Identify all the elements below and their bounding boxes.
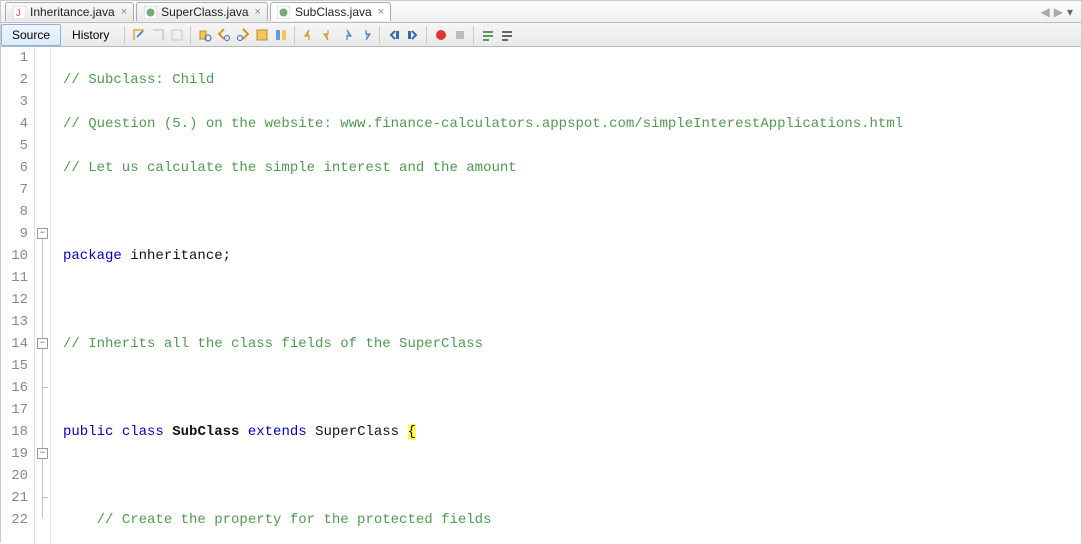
toolbar-separator [294, 26, 295, 44]
code-text: inheritance; [122, 248, 231, 264]
next-bookmark-icon[interactable] [319, 26, 336, 43]
line-number: 17 [1, 399, 28, 421]
line-number: 1 [1, 47, 28, 69]
history-mode-button[interactable]: History [61, 24, 120, 46]
diff-icon[interactable] [168, 26, 185, 43]
close-icon[interactable]: × [121, 6, 127, 18]
close-icon[interactable]: × [255, 6, 261, 18]
line-number: 10 [1, 245, 28, 267]
toggle-bookmark-icon[interactable] [272, 26, 289, 43]
code-comment: // Subclass: Child [63, 72, 214, 88]
line-number-gutter: 1 2 3 4 5 6 7 8 9 10 11 12 13 14 15 16 1… [1, 47, 35, 544]
line-number: 14 [1, 333, 28, 355]
tab-inheritance[interactable]: J Inheritance.java × [5, 2, 134, 21]
find-selection-icon[interactable] [196, 26, 213, 43]
tab-superclass[interactable]: SuperClass.java × [136, 2, 268, 21]
line-number: 13 [1, 311, 28, 333]
source-mode-button[interactable]: Source [1, 24, 61, 46]
toolbar-separator [379, 26, 380, 44]
svg-text:J: J [16, 8, 21, 18]
java-file-icon [277, 5, 291, 19]
prev-error-icon[interactable] [338, 26, 355, 43]
fold-line [42, 349, 43, 382]
line-number: 12 [1, 289, 28, 311]
close-icon[interactable]: × [378, 6, 384, 18]
line-number: 18 [1, 421, 28, 443]
prev-bookmark-icon[interactable] [300, 26, 317, 43]
toolbar-separator [190, 26, 191, 44]
line-number: 9 [1, 223, 28, 245]
line-number: 16 [1, 377, 28, 399]
java-file-icon [143, 5, 157, 19]
next-error-icon[interactable] [357, 26, 374, 43]
code-comment: // Question (5.) on the website: www.fin… [63, 116, 903, 132]
fold-toggle-icon[interactable]: − [37, 338, 48, 349]
keyword: public [63, 424, 113, 440]
file-tabs-bar: J Inheritance.java × SuperClass.java × S… [1, 1, 1081, 23]
forward-edit-icon[interactable] [149, 26, 166, 43]
dropdown-icon[interactable]: ▾ [1067, 5, 1073, 19]
code-editor[interactable]: 1 2 3 4 5 6 7 8 9 10 11 12 13 14 15 16 1… [1, 47, 1081, 544]
line-number: 5 [1, 135, 28, 157]
keyword: extends [239, 424, 306, 440]
fold-toggle-icon[interactable]: − [37, 228, 48, 239]
tab-subclass[interactable]: SubClass.java × [270, 2, 391, 21]
uncomment-icon[interactable] [498, 26, 515, 43]
brace-highlight: { [408, 424, 416, 440]
shift-right-icon[interactable] [404, 26, 421, 43]
class-name: SubClass [172, 424, 239, 440]
start-macro-icon[interactable] [432, 26, 449, 43]
find-next-icon[interactable] [234, 26, 251, 43]
nav-left-icon[interactable]: ◀ [1041, 5, 1050, 19]
fold-end [42, 387, 48, 388]
nav-right-icon[interactable]: ▶ [1054, 5, 1063, 19]
code-area[interactable]: // Subclass: Child // Question (5.) on t… [51, 47, 1081, 544]
last-edit-icon[interactable] [130, 26, 147, 43]
java-file-icon: J [12, 5, 26, 19]
line-number: 20 [1, 465, 28, 487]
fold-toggle-icon[interactable]: − [37, 448, 48, 459]
find-prev-icon[interactable] [215, 26, 232, 43]
line-number: 4 [1, 113, 28, 135]
tab-label: SubClass.java [295, 5, 372, 19]
fold-line [42, 459, 43, 492]
tab-label: SuperClass.java [161, 5, 248, 19]
line-number: 6 [1, 157, 28, 179]
line-number: 8 [1, 201, 28, 223]
line-number: 3 [1, 91, 28, 113]
line-number: 7 [1, 179, 28, 201]
tab-nav-arrows: ◀ ▶ ▾ [1041, 5, 1078, 19]
line-number: 21 [1, 487, 28, 509]
comment-icon[interactable] [479, 26, 496, 43]
line-number: 11 [1, 267, 28, 289]
tab-label: Inheritance.java [30, 5, 115, 19]
keyword: package [63, 248, 122, 264]
code-comment: // Let us calculate the simple interest … [63, 160, 517, 176]
code-text: SuperClass [307, 424, 408, 440]
line-number: 15 [1, 355, 28, 377]
toolbar-separator [124, 26, 125, 44]
line-number: 22 [1, 509, 28, 531]
code-comment: // Create the property for the protected… [97, 512, 492, 528]
fold-gutter: − − − [35, 47, 51, 544]
line-number: 2 [1, 69, 28, 91]
line-number: 19 [1, 443, 28, 465]
keyword: class [113, 424, 172, 440]
toolbar-separator [473, 26, 474, 44]
toolbar-separator [426, 26, 427, 44]
stop-macro-icon[interactable] [451, 26, 468, 43]
editor-toolbar: Source History [1, 23, 1081, 47]
code-comment: // Inherits all the class fields of the … [63, 336, 483, 352]
shift-left-icon[interactable] [385, 26, 402, 43]
toggle-highlight-icon[interactable] [253, 26, 270, 43]
fold-end [42, 497, 48, 498]
